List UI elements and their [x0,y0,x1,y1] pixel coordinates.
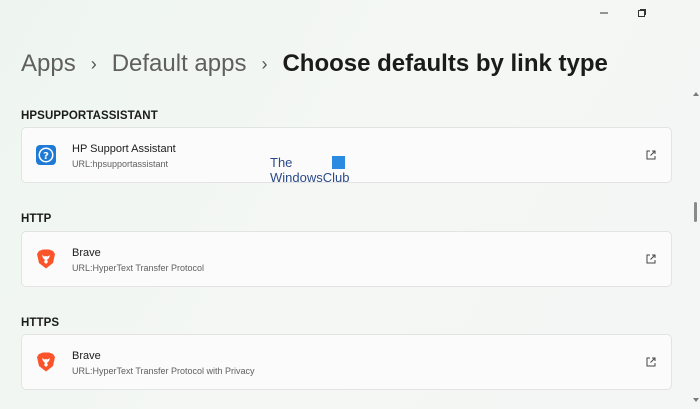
section-label-hpsupportassistant: HPSUPPORTASSISTANT [21,110,158,122]
app-name: HP Support Assistant [72,143,176,155]
app-protocol: URL:HyperText Transfer Protocol with Pri… [72,366,255,376]
app-protocol: URL:hpsupportassistant [72,159,169,169]
open-external-icon[interactable] [645,149,657,161]
page-title: Choose defaults by link type [282,50,608,77]
svg-text:?: ? [43,151,49,162]
breadcrumb-apps[interactable]: Apps [21,50,76,78]
watermark: The WindowsClub [270,155,350,185]
open-external-icon[interactable] [645,356,657,368]
breadcrumb-default-apps[interactable]: Default apps [112,50,247,78]
restore-icon [638,9,646,17]
default-app-card-http[interactable]: Brave URL:HyperText Transfer Protocol [21,231,672,287]
scroll-up-arrow[interactable] [693,92,699,96]
app-name: Brave [72,350,101,362]
watermark-line2: WindowsClub [270,170,350,185]
section-label-http: HTTP [21,213,52,225]
chevron-right-icon: › [261,53,268,74]
minimize-button[interactable] [584,4,624,22]
app-name: Brave [72,247,101,259]
brave-icon [37,352,55,372]
breadcrumb: Apps › Default apps › Choose defaults by… [21,46,608,82]
brave-icon [37,249,55,269]
open-external-icon[interactable] [645,253,657,265]
minimize-icon [600,12,608,14]
maximize-button[interactable] [622,4,662,22]
app-protocol: URL:HyperText Transfer Protocol [72,263,205,273]
windows-logo-icon [332,156,345,169]
default-app-card-https[interactable]: Brave URL:HyperText Transfer Protocol wi… [21,334,672,390]
hp-support-assistant-icon: ? [36,145,56,165]
watermark-line1: The [270,155,293,170]
chevron-right-icon: › [90,53,97,74]
section-label-https: HTTPS [21,317,60,329]
scrollbar-thumb[interactable] [694,202,697,222]
scroll-down-arrow[interactable] [693,398,699,402]
